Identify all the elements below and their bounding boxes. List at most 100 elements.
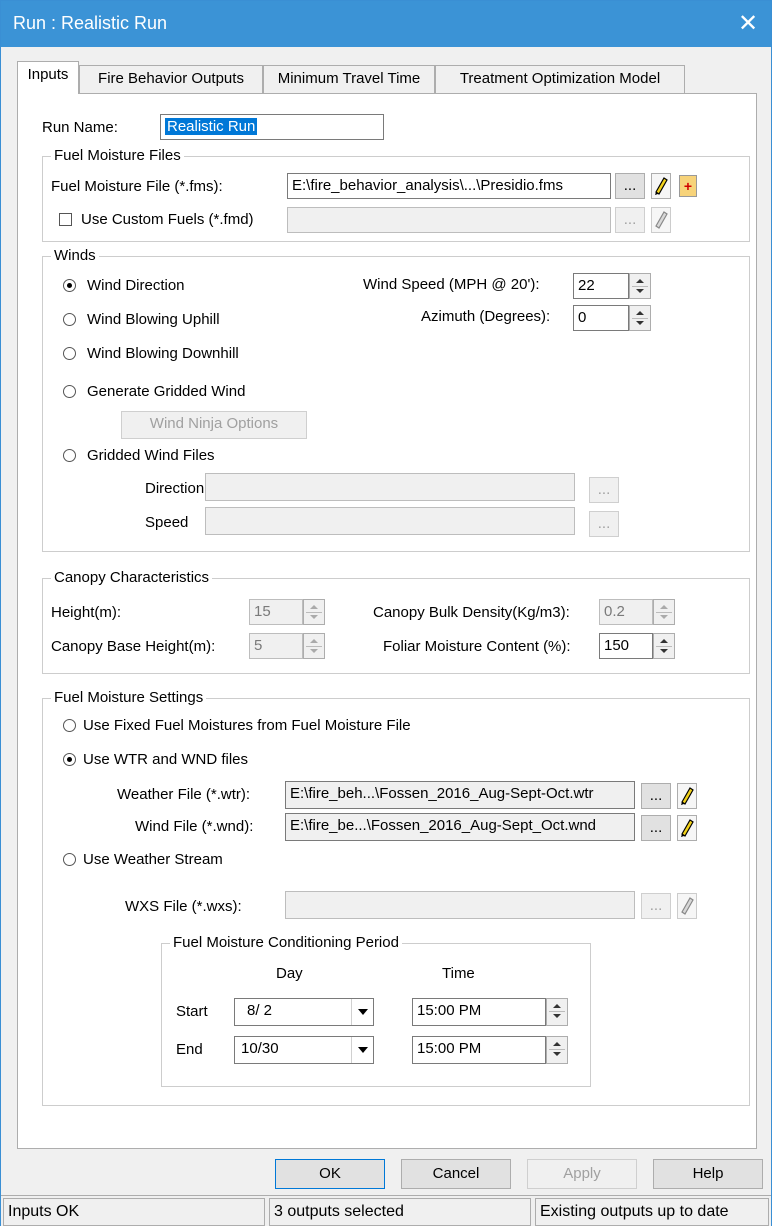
fms-browse-button[interactable]: ...: [615, 173, 645, 199]
wind-direction-label: Wind Direction: [87, 277, 185, 294]
run-name-value: Realistic Run: [165, 118, 258, 135]
canopy-bulk-density-stepper: [653, 599, 675, 625]
time-header: Time: [442, 965, 475, 982]
wind-direction-file-field: [205, 473, 575, 501]
weather-file-label: Weather File (*.wtr):: [117, 786, 251, 803]
window-title: Run : Realistic Run: [13, 13, 168, 33]
pencil-icon[interactable]: [677, 815, 697, 841]
start-day-value: 8/ 2: [247, 1002, 273, 1019]
height-input: 15: [249, 599, 303, 625]
custom-fuels-browse-button: ...: [615, 207, 645, 233]
custom-fuels-label: Use Custom Fuels (*.fmd): [81, 211, 254, 228]
start-label: Start: [176, 1003, 208, 1020]
weather-file-field[interactable]: E:\fire_beh...\Fossen_2016_Aug-Sept-Oct.…: [285, 781, 635, 809]
canopy-bulk-density-input: 0.2: [599, 599, 653, 625]
height-label: Height(m):: [51, 604, 122, 621]
wind-direction-browse-button: ...: [589, 477, 619, 503]
canopy-base-height-label: Canopy Base Height(m):: [51, 638, 216, 655]
tab-fire-behavior-outputs[interactable]: Fire Behavior Outputs: [79, 65, 263, 93]
end-day-value: 10/30: [241, 1040, 279, 1057]
generate-gridded-wind-label: Generate Gridded Wind: [87, 383, 246, 400]
radio-fixed-fuel-moistures[interactable]: [63, 719, 76, 732]
conditioning-period-group: Fuel Moisture Conditioning Period Day Ti…: [161, 933, 591, 1087]
chevron-down-icon[interactable]: [351, 999, 373, 1025]
status-inputs: Inputs OK: [3, 1198, 265, 1226]
azimuth-label: Azimuth (Degrees):: [421, 308, 551, 325]
foliar-moisture-stepper[interactable]: [653, 633, 675, 659]
wind-speed-browse-button: ...: [589, 511, 619, 537]
tab-inputs[interactable]: Inputs: [17, 61, 79, 94]
azimuth-stepper[interactable]: [629, 305, 651, 331]
wind-file-label: Wind File (*.wnd):: [135, 818, 254, 835]
status-outputs-selected: 3 outputs selected: [269, 1198, 531, 1226]
title-bar: Run : Realistic Run ✕: [1, 1, 771, 47]
fuel-moisture-settings-legend: Fuel Moisture Settings: [51, 688, 207, 708]
radio-wind-direction[interactable]: [63, 279, 76, 292]
canopy-base-height-stepper: [303, 633, 325, 659]
wind-speed-file-field: [205, 507, 575, 535]
foliar-moisture-label: Foliar Moisture Content (%):: [383, 638, 571, 655]
canopy-base-height-input: 5: [249, 633, 303, 659]
radio-wind-downhill[interactable]: [63, 347, 76, 360]
wind-file-field[interactable]: E:\fire_be...\Fossen_2016_Aug-Sept_Oct.w…: [285, 813, 635, 841]
plus-icon[interactable]: +: [679, 175, 697, 197]
end-time-stepper[interactable]: [546, 1036, 568, 1064]
cancel-button[interactable]: Cancel: [401, 1159, 511, 1189]
day-header: Day: [276, 965, 303, 982]
radio-wind-uphill[interactable]: [63, 313, 76, 326]
winds-legend: Winds: [51, 246, 99, 266]
azimuth-input[interactable]: 0: [573, 305, 629, 331]
canopy-bulk-density-label: Canopy Bulk Density(Kg/m3):: [373, 604, 570, 621]
foliar-moisture-input[interactable]: 150: [599, 633, 653, 659]
radio-generate-gridded-wind[interactable]: [63, 385, 76, 398]
status-outputs-state: Existing outputs up to date: [535, 1198, 769, 1226]
ok-button[interactable]: OK: [275, 1159, 385, 1189]
wind-speed-stepper[interactable]: [629, 273, 651, 299]
run-name-label: Run Name:: [42, 119, 118, 136]
wind-ninja-options-button: Wind Ninja Options: [121, 411, 307, 439]
end-time-input[interactable]: 15:00 PM: [412, 1036, 546, 1064]
start-time-input[interactable]: 15:00 PM: [412, 998, 546, 1026]
dialog-button-bar: OK Cancel Apply Help: [1, 1149, 771, 1195]
direction-label: Direction: [145, 480, 205, 497]
pencil-icon: [651, 207, 671, 233]
pencil-icon[interactable]: [677, 783, 697, 809]
fuel-moisture-files-group: Fuel Moisture Files Fuel Moisture File (…: [42, 146, 750, 242]
speed-label: Speed: [145, 514, 189, 531]
wind-uphill-label: Wind Blowing Uphill: [87, 311, 220, 328]
wind-speed-label: Wind Speed (MPH @ 20'):: [363, 276, 540, 293]
pencil-icon: [677, 893, 697, 919]
radio-wtr-wnd-files[interactable]: [63, 753, 76, 766]
fixed-fuel-moistures-label: Use Fixed Fuel Moistures from Fuel Moist…: [83, 717, 411, 734]
status-bar: Inputs OK 3 outputs selected Existing ou…: [1, 1195, 771, 1226]
wind-downhill-label: Wind Blowing Downhill: [87, 345, 239, 362]
start-day-dropdown[interactable]: 8/ 2: [234, 998, 374, 1026]
help-button[interactable]: Help: [653, 1159, 763, 1189]
tab-treatment-optimization-model[interactable]: Treatment Optimization Model: [435, 65, 685, 93]
pencil-icon[interactable]: [651, 173, 671, 199]
weather-stream-label: Use Weather Stream: [83, 851, 223, 868]
fuel-moisture-files-legend: Fuel Moisture Files: [51, 146, 184, 166]
conditioning-period-legend: Fuel Moisture Conditioning Period: [170, 933, 402, 953]
canopy-legend: Canopy Characteristics: [51, 568, 213, 588]
run-name-input[interactable]: Realistic Run: [160, 114, 384, 140]
wxs-file-label: WXS File (*.wxs):: [125, 898, 242, 915]
height-stepper: [303, 599, 325, 625]
use-custom-fuels-checkbox[interactable]: [59, 213, 72, 226]
wxs-file-browse-button: ...: [641, 893, 671, 919]
wind-file-browse-button[interactable]: ...: [641, 815, 671, 841]
fms-path-field[interactable]: E:\fire_behavior_analysis\...\Presidio.f…: [287, 173, 611, 199]
wxs-file-field: [285, 891, 635, 919]
close-icon[interactable]: ✕: [725, 1, 771, 47]
gridded-wind-files-label: Gridded Wind Files: [87, 447, 215, 464]
canopy-group: Canopy Characteristics Height(m): 15 Can…: [42, 568, 750, 674]
chevron-down-icon[interactable]: [351, 1037, 373, 1063]
tab-minimum-travel-time[interactable]: Minimum Travel Time: [263, 65, 435, 93]
wind-speed-input[interactable]: 22: [573, 273, 629, 299]
radio-weather-stream[interactable]: [63, 853, 76, 866]
radio-gridded-wind-files[interactable]: [63, 449, 76, 462]
weather-file-browse-button[interactable]: ...: [641, 783, 671, 809]
end-day-dropdown[interactable]: 10/30: [234, 1036, 374, 1064]
start-time-stepper[interactable]: [546, 998, 568, 1026]
inputs-panel: Run Name: Realistic Run Fuel Moisture Fi…: [17, 93, 757, 1149]
